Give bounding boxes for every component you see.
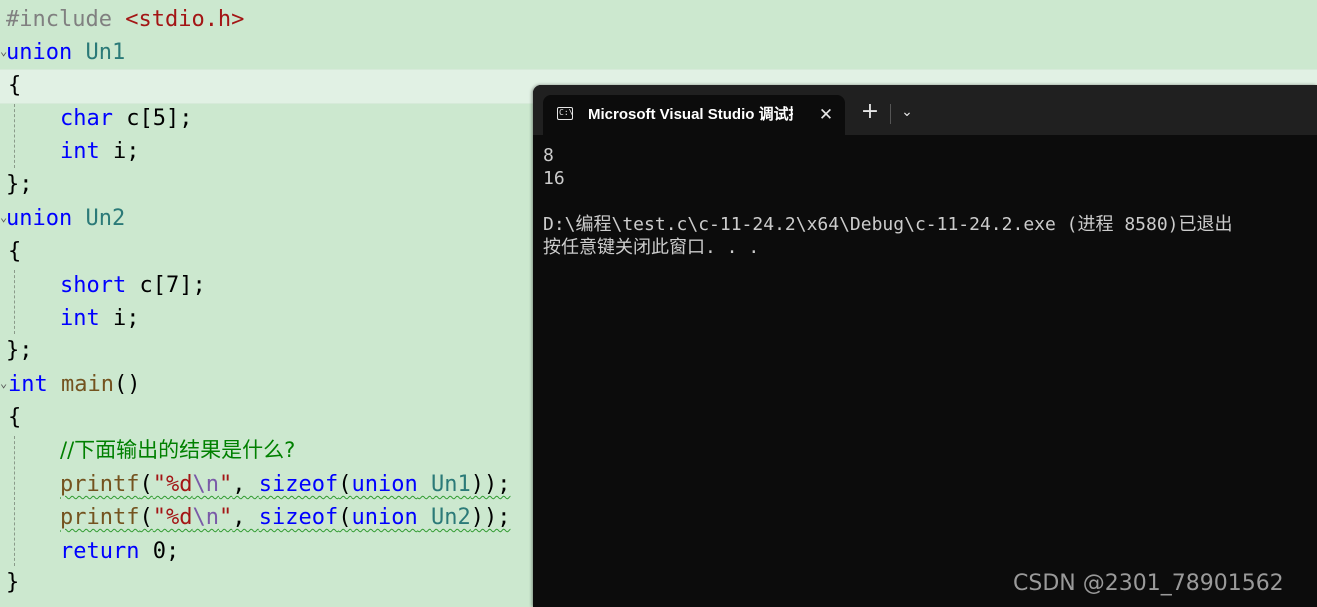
terminal-output-line: 按任意键关闭此窗口. . . bbox=[543, 237, 760, 258]
terminal-output-line: D:\编程\test.c\c-11-24.2\x64\Debug\c-11-24… bbox=[543, 214, 1233, 235]
code-line-brace[interactable]: }; bbox=[6, 168, 33, 201]
code-line-comment[interactable]: //下面输出的结果是什么? bbox=[60, 434, 295, 467]
brace: { bbox=[8, 239, 22, 264]
console-icon: C:\ bbox=[557, 107, 573, 120]
divider bbox=[890, 104, 891, 124]
paren: )); bbox=[470, 472, 511, 497]
indent-guide bbox=[14, 270, 15, 334]
preprocessor-directive: #include bbox=[6, 7, 112, 32]
type-name: Un1 bbox=[85, 40, 126, 65]
code-line-brace[interactable]: } bbox=[6, 566, 19, 599]
comment: //下面输出的结果是什么? bbox=[60, 438, 296, 462]
keyword: int bbox=[8, 372, 48, 397]
escape-sequence: \n bbox=[192, 472, 219, 497]
new-tab-button[interactable]: + bbox=[855, 97, 885, 127]
terminal-output-line: 8 bbox=[543, 145, 554, 166]
code-line-brace[interactable]: { bbox=[8, 69, 21, 102]
chevron-down-icon[interactable]: ⌄ bbox=[895, 97, 919, 127]
code-line-main[interactable]: int main() bbox=[8, 368, 140, 401]
keyword: int bbox=[60, 139, 100, 164]
function-name: printf bbox=[60, 472, 140, 497]
function-name: main bbox=[61, 372, 114, 397]
keyword: sizeof bbox=[258, 505, 339, 530]
include-header: <stdio.h> bbox=[125, 7, 245, 32]
indent-guide bbox=[14, 436, 15, 566]
code-line-union1[interactable]: union Un1 bbox=[6, 36, 125, 69]
member-decl: i; bbox=[99, 306, 140, 331]
paren: ( bbox=[338, 505, 352, 530]
comma: , bbox=[232, 505, 259, 530]
function-name: printf bbox=[60, 505, 140, 530]
fold-marker-icon[interactable]: ⌄ bbox=[0, 376, 8, 390]
code-line-include[interactable]: #include <stdio.h> bbox=[6, 3, 244, 36]
member-decl: i; bbox=[99, 139, 140, 164]
brace: }; bbox=[6, 172, 33, 197]
paren: )); bbox=[470, 505, 511, 530]
keyword: union bbox=[351, 505, 418, 530]
paren: ( bbox=[338, 472, 352, 497]
type-name: Un1 bbox=[430, 472, 471, 497]
code-line-member[interactable]: short c[7]; bbox=[60, 269, 206, 302]
string-literal: " bbox=[218, 505, 233, 530]
keyword: union bbox=[6, 40, 73, 65]
keyword: sizeof bbox=[258, 472, 339, 497]
code-line-member[interactable]: int i; bbox=[60, 135, 140, 168]
csdn-watermark: CSDN @2301_78901562 bbox=[1013, 571, 1284, 596]
keyword: union bbox=[351, 472, 418, 497]
escape-sequence: \n bbox=[192, 505, 219, 530]
code-line-member[interactable]: int i; bbox=[60, 302, 140, 335]
keyword: int bbox=[60, 306, 100, 331]
brace: }; bbox=[6, 338, 33, 363]
paren: ( bbox=[139, 505, 153, 530]
terminal-window[interactable]: C:\ Microsoft Visual Studio 调试控 ✕ + ⌄ 8 … bbox=[533, 85, 1317, 607]
code-line-printf[interactable]: printf("%d\n", sizeof(union Un1)); bbox=[60, 468, 510, 501]
code-line-printf[interactable]: printf("%d\n", sizeof(union Un2)); bbox=[60, 501, 510, 534]
string-literal: "%d bbox=[152, 472, 193, 497]
type-name: Un2 bbox=[430, 505, 471, 530]
string-literal: " bbox=[218, 472, 233, 497]
keyword: return bbox=[60, 539, 140, 564]
parens: () bbox=[113, 372, 141, 397]
member-decl: c[5]; bbox=[112, 106, 193, 131]
brace: { bbox=[8, 405, 22, 430]
brace: { bbox=[8, 73, 22, 98]
code-line-return[interactable]: return 0; bbox=[60, 535, 179, 568]
code-line-member[interactable]: char c[5]; bbox=[60, 102, 192, 135]
keyword: char bbox=[60, 106, 113, 131]
type-name: Un2 bbox=[85, 206, 126, 231]
terminal-tab-bar: C:\ Microsoft Visual Studio 调试控 ✕ + ⌄ bbox=[533, 85, 1317, 135]
code-line-brace[interactable]: { bbox=[8, 235, 21, 268]
member-decl: c[7]; bbox=[126, 273, 206, 298]
terminal-tab[interactable]: C:\ Microsoft Visual Studio 调试控 ✕ bbox=[543, 95, 845, 135]
code-line-union2[interactable]: union Un2 bbox=[6, 202, 125, 235]
code-line-brace[interactable]: }; bbox=[6, 334, 33, 367]
tab-title: Microsoft Visual Studio 调试控 bbox=[588, 106, 793, 123]
keyword: short bbox=[60, 273, 127, 298]
indent-guide bbox=[14, 104, 15, 168]
brace: } bbox=[6, 570, 20, 595]
keyword: union bbox=[6, 206, 73, 231]
string-literal: "%d bbox=[152, 505, 193, 530]
comma: , bbox=[232, 472, 259, 497]
close-icon[interactable]: ✕ bbox=[815, 104, 837, 126]
terminal-output-line: 16 bbox=[543, 168, 565, 189]
paren: ( bbox=[139, 472, 153, 497]
code-line-brace[interactable]: { bbox=[8, 401, 21, 434]
return-value: 0; bbox=[139, 539, 180, 564]
